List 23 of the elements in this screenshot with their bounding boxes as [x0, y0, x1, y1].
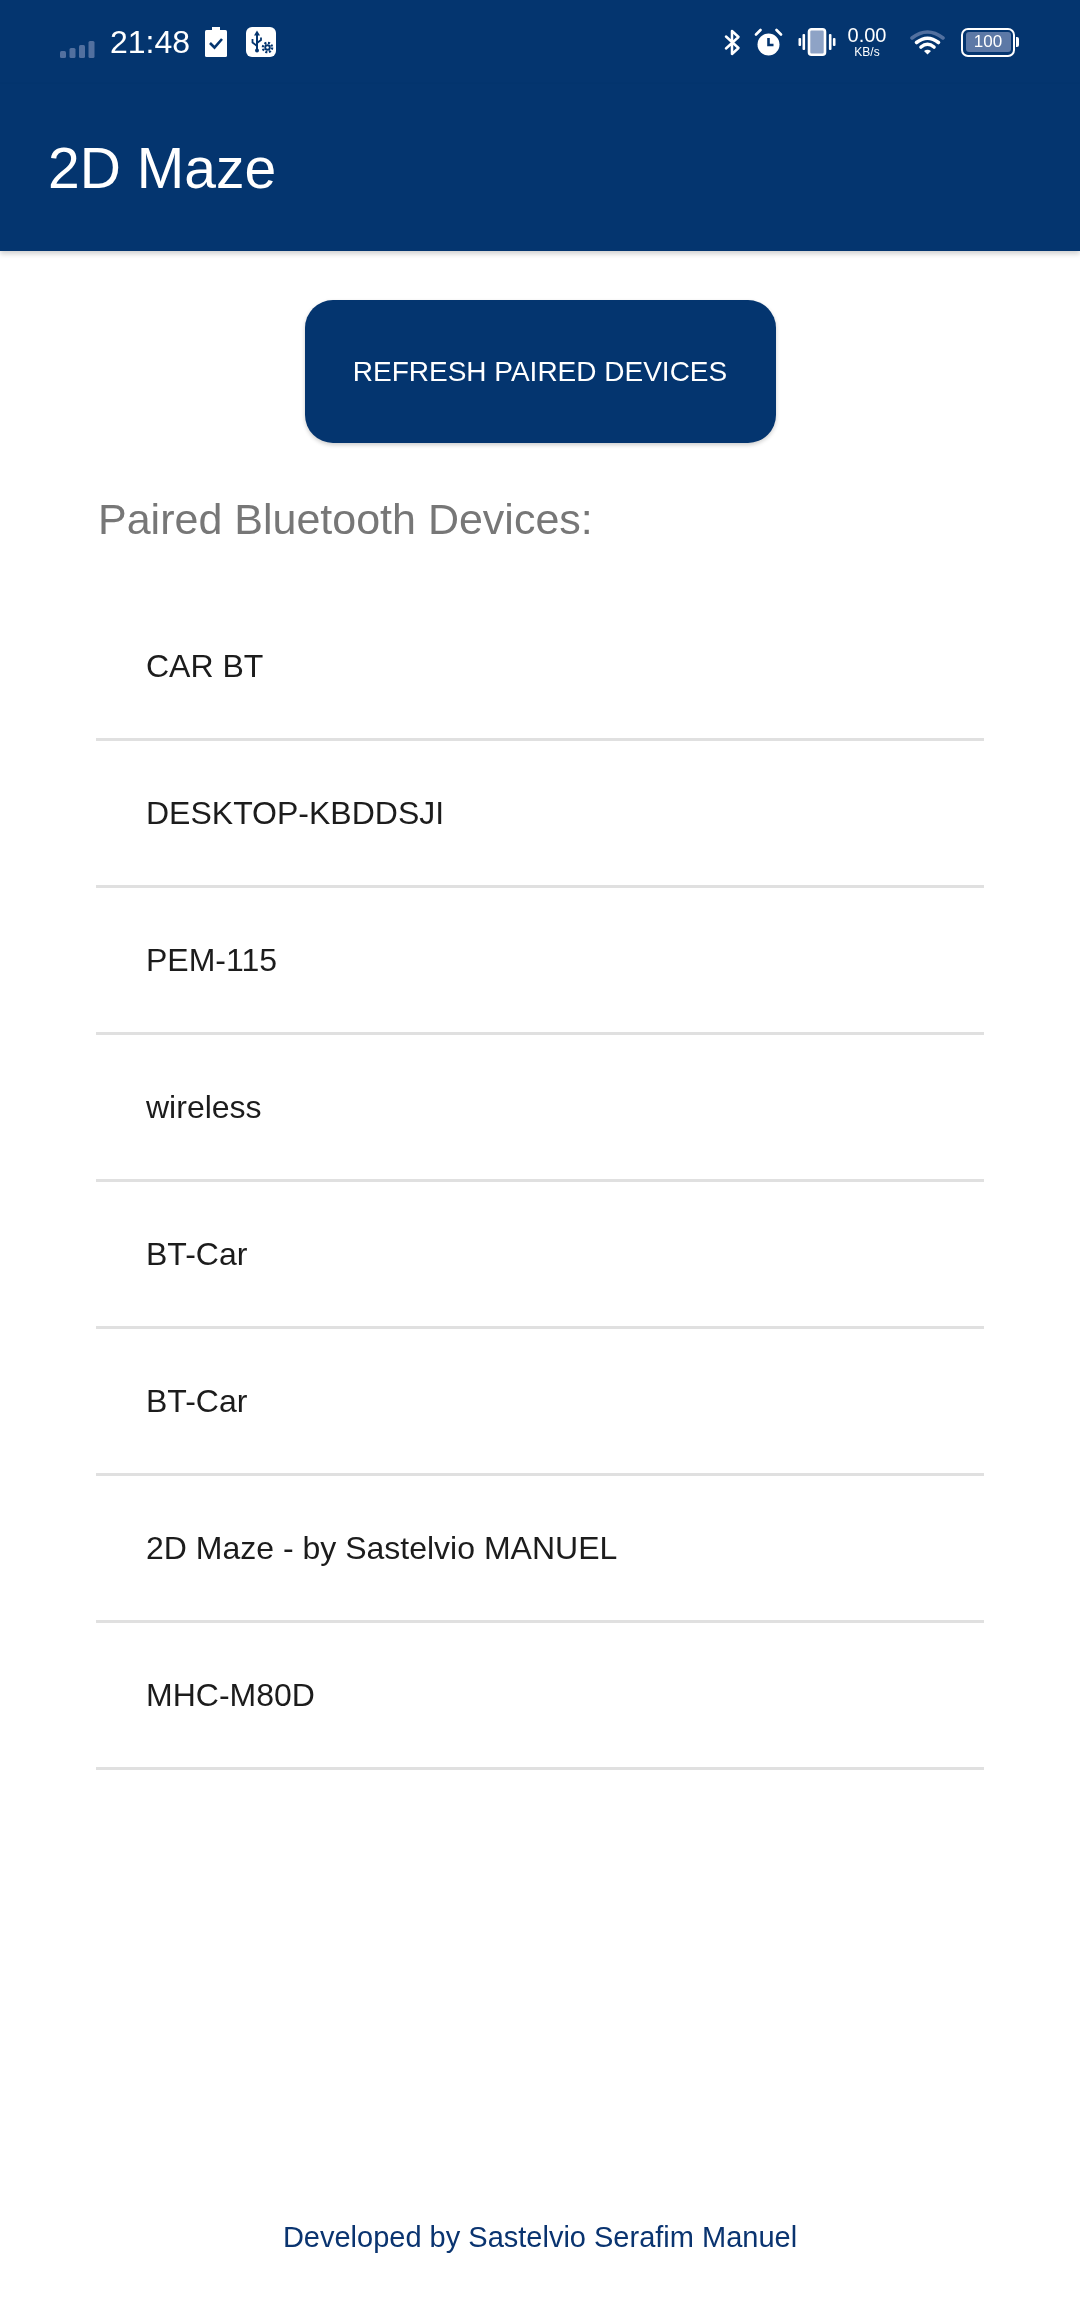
device-list-item[interactable]: MHC-M80D	[96, 1623, 984, 1770]
wifi-icon	[910, 29, 945, 55]
network-speed-unit: KB/s	[854, 45, 880, 59]
usb-gear-icon	[246, 27, 277, 57]
device-list-item[interactable]: BT-Car	[96, 1182, 984, 1329]
status-time: 21:48	[110, 24, 191, 60]
battery-check-icon	[205, 27, 228, 57]
device-list-item[interactable]: PEM-115	[96, 888, 984, 1035]
battery-percentage: 100	[965, 32, 1011, 52]
device-list-item[interactable]: DESKTOP-KBDDSJI	[96, 741, 984, 888]
refresh-button[interactable]: REFRESH PAIRED DEVICES	[304, 300, 776, 443]
device-list-item[interactable]: BT-Car	[96, 1329, 984, 1476]
signal-icon	[60, 40, 95, 58]
vibrate-icon	[798, 28, 836, 56]
section-heading: Paired Bluetooth Devices:	[98, 495, 593, 543]
app-title: 2D Maze	[48, 134, 277, 201]
bluetooth-icon	[723, 28, 742, 56]
device-list-item[interactable]: wireless	[96, 1035, 984, 1182]
alarm-clock-icon	[754, 27, 783, 57]
device-list-item[interactable]: CAR BT	[96, 594, 984, 741]
developer-credit: Developed by Sastelvio Serafim Manuel	[282, 2220, 798, 2254]
device-list-item[interactable]: 2D Maze - by Sastelvio MANUEL	[96, 1476, 984, 1623]
network-speed-value: 0.00	[847, 25, 887, 45]
